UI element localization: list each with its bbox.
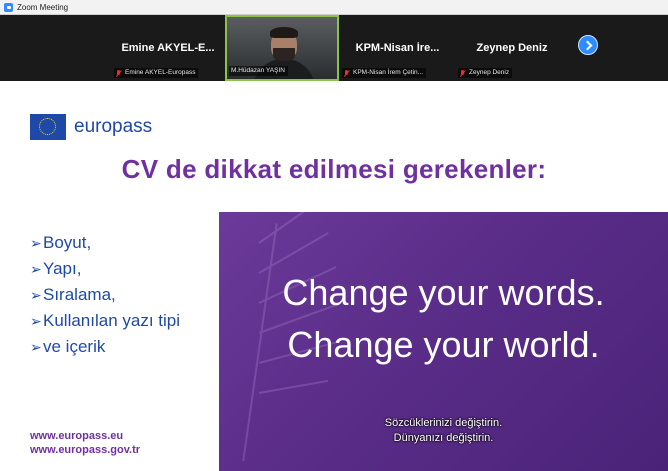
eu-flag-icon [30,114,66,140]
subtitle-line: Sözcüklerinizi değiştirin. [384,417,503,429]
arrow-bullet-icon: ➢ [30,339,42,355]
participant-tile[interactable]: Emine AKYEL-E... Emine AKYEL-Europass [112,15,224,81]
arrow-bullet-icon: ➢ [30,287,42,303]
bullet-text: Kullanılan yazı tipi [43,311,181,330]
participant-label-text: M.Hüdazan YAŞIN [231,67,285,74]
subtitle-line: Dünyanızı değiştirin. [393,432,494,444]
participant-tile[interactable]: Zeynep Deniz Zeynep Deniz [456,15,568,81]
bullet-text: Yapı, [43,259,82,278]
zoom-app-icon [4,2,13,12]
slide-links: www.europass.eu www.europass.gov.tr [30,429,140,457]
website-link: www.europass.gov.tr [30,444,141,456]
arrow-bullet-icon: ➢ [30,261,42,277]
participant-label-text: Emine AKYEL-Europass [125,69,196,76]
participant-label: M.Hüdazan YAŞIN [229,66,288,76]
participant-label: Zeynep Deniz [458,68,513,78]
participant-label-text: Zeynep Deniz [469,69,510,76]
window-title-bar: Zoom Meeting [0,0,668,15]
participant-label-text: KPM-Nisan İrem Çetin... [353,69,424,76]
shared-screen-slide: europass CV de dikkat edilmesi gerekenle… [0,92,668,471]
next-participants-button[interactable] [578,35,598,55]
website-link: www.europass.eu [30,430,124,442]
bullet-text: Sıralama, [43,285,116,304]
bullet-item: ➢Kullanılan yazı tipi [30,308,180,334]
participant-tile-active-speaker[interactable]: M.Hüdazan YAŞIN [225,15,339,81]
europass-logo-text: europass [74,116,153,137]
quote-line: Change your world. [287,324,600,365]
arrow-bullet-icon: ➢ [30,313,42,329]
bullet-item: ➢Boyut, [30,230,180,256]
window-title: Zoom Meeting [17,2,69,12]
participant-display-name: KPM-Nisan İre... [355,42,440,54]
person-hair [270,27,298,38]
participant-tile[interactable]: KPM-Nisan İre... KPM-Nisan İrem Çetin... [340,15,455,81]
person-beard [273,48,295,61]
quote-line: Change your words. [282,272,605,313]
bullet-text: Boyut, [43,233,92,252]
participant-strip: Emine AKYEL-E... Emine AKYEL-Europass M.… [0,15,668,81]
muted-mic-icon [344,69,350,77]
bullet-text: ve içerik [43,337,106,356]
participant-label: KPM-Nisan İrem Çetin... [342,68,427,78]
bullet-list: ➢Boyut, ➢Yapı, ➢Sıralama, ➢Kullanılan ya… [30,230,180,360]
muted-mic-icon [116,69,122,77]
bullet-item: ➢Yapı, [30,256,180,282]
participant-display-name: Zeynep Deniz [476,42,548,54]
participant-label: Emine AKYEL-Europass [114,68,199,78]
participant-display-name: Emine AKYEL-E... [121,42,215,54]
muted-mic-icon [460,69,466,77]
bullet-item: ➢Sıralama, [30,282,180,308]
bullet-item: ➢ve içerik [30,334,180,360]
arrow-bullet-icon: ➢ [30,235,42,251]
quote-image: Change your words. Change your world. Sö… [219,212,668,471]
slide-title: CV de dikkat edilmesi gerekenler: [121,154,547,184]
